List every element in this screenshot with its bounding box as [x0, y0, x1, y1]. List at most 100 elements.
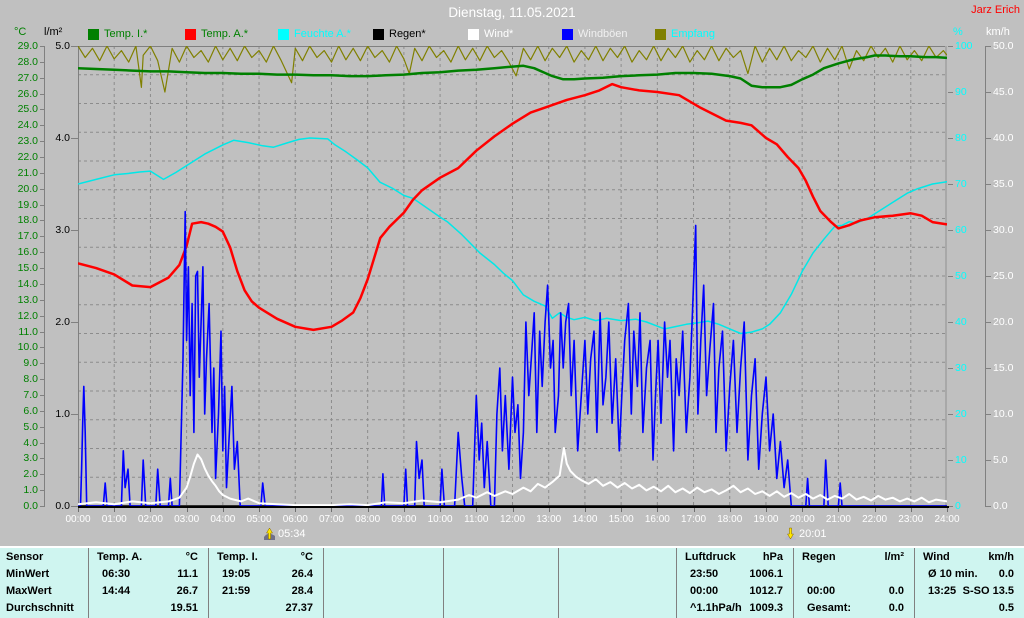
- summary-table: Sensor MinWert MaxWert Durchschnitt Temp. A.…: [0, 548, 1024, 618]
- legend-swatch-icon: [562, 28, 573, 40]
- axis-tick: [948, 368, 953, 369]
- table-cell-value: 28.4: [291, 585, 313, 597]
- axis-tick-label-percent: 80: [955, 132, 967, 144]
- axis-tick-label-lm2: 5.0: [55, 40, 70, 52]
- axis-tick: [71, 230, 78, 231]
- axis-tick-label-percent: 20: [955, 408, 967, 420]
- legend-swatch-icon: [278, 28, 289, 40]
- x-axis-tick: [150, 508, 152, 512]
- axis-tick: [986, 138, 991, 139]
- legend-swatch-icon: [373, 28, 384, 40]
- axis-tick: [986, 322, 991, 323]
- axis-tick-label-celsius: 7.0: [23, 388, 38, 401]
- x-axis-tick: [78, 508, 79, 512]
- table-column-unit: °C: [300, 551, 313, 563]
- x-axis-tick: [512, 508, 514, 512]
- x-axis-tick-label: 12:00: [499, 514, 526, 525]
- axis-tick-label-celsius: 2.0: [23, 468, 38, 481]
- x-axis-tick-label: 02:00: [137, 514, 163, 525]
- x-axis-tick: [295, 508, 297, 512]
- axis-tick-label-celsius: 20.0: [17, 182, 38, 195]
- x-axis-tick: [693, 508, 695, 512]
- x-axis-tick-label: 04:00: [210, 514, 236, 525]
- x-axis-tick: [331, 508, 333, 512]
- sunset-icon: [785, 527, 796, 540]
- table-column-unit: km/h: [988, 551, 1014, 563]
- table-cell-value: 1012.7: [749, 585, 783, 597]
- table-row-label: Sensor: [6, 551, 44, 563]
- axis-tick-label-kmh: 5.0: [993, 454, 1008, 466]
- x-axis-tick-label: 05:00: [246, 514, 272, 525]
- x-axis-tick-label: 11:00: [464, 514, 489, 525]
- axis-tick: [948, 460, 953, 461]
- table-cell-value: 11.1: [177, 568, 198, 580]
- legend-label: Empfang: [671, 28, 716, 40]
- axis-tick: [986, 92, 991, 93]
- x-axis-tick-label: 15:00: [608, 514, 634, 525]
- axis-tick-label-lm2: 0.0: [55, 500, 70, 512]
- x-axis-tick-label: 16:00: [644, 514, 670, 525]
- unit-label-percent: %: [953, 26, 963, 38]
- axis-tick-label-celsius: 16.0: [17, 246, 38, 259]
- table-column-divider: [323, 548, 324, 618]
- axis-tick-label-celsius: 15.0: [17, 262, 38, 275]
- sunrise-icon: [264, 527, 275, 540]
- legend-swatch-icon: [655, 28, 666, 40]
- x-axis-tick-label: 08:00: [355, 514, 381, 525]
- axis-tick-label-celsius: 12.0: [17, 309, 38, 322]
- axis-tick: [948, 138, 953, 139]
- table-row-label: MinWert: [6, 568, 50, 580]
- table-column-divider: [558, 548, 559, 618]
- x-axis-tick: [910, 508, 912, 512]
- axis-tick-label-kmh: 15.0: [993, 362, 1014, 374]
- station-owner-name: Jarz Erich: [971, 4, 1020, 16]
- axis-tick: [986, 276, 991, 277]
- axis-tick-label-celsius: 24.0: [17, 119, 38, 132]
- axis-tick-label-lm2: 1.0: [55, 408, 70, 420]
- axis-tick-label-kmh: 10.0: [993, 408, 1014, 420]
- table-cell-value: 26.4: [291, 568, 313, 580]
- x-axis-tick-label: 23:00: [898, 514, 924, 525]
- x-axis-tick-label: 07:00: [318, 514, 344, 525]
- x-axis-tick: [584, 508, 586, 512]
- axis-tick-label-kmh: 25.0: [993, 270, 1014, 282]
- x-axis-tick-label: 00:00: [65, 514, 91, 525]
- axis-tick-label-celsius: 5.0: [23, 420, 38, 433]
- axis-tick-label-kmh: 45.0: [993, 86, 1014, 98]
- x-axis-tick-label: 18:00: [717, 514, 743, 525]
- x-axis-tick-label: 06:00: [282, 514, 308, 525]
- legend-label: Temp. A.*: [201, 28, 249, 40]
- axis-tick-label-celsius: 9.0: [23, 357, 38, 370]
- axis-tick: [986, 184, 991, 185]
- x-axis-line: [78, 506, 949, 508]
- legend-label: Temp. I.*: [104, 28, 148, 40]
- axis-tick-label-celsius: 0.0: [23, 500, 38, 512]
- axis-tick-label-celsius: 17.0: [17, 230, 38, 243]
- table-cell-value: 19.51: [170, 602, 198, 614]
- sunset-marker: 20:01: [784, 527, 827, 540]
- legend-item: Wind*: [468, 28, 513, 40]
- axis-tick: [71, 414, 78, 415]
- sunset-time: 20:01: [799, 527, 827, 540]
- axis-tick-label-percent: 30: [955, 362, 967, 374]
- axis-tick: [948, 276, 953, 277]
- unit-label-celsius: °C: [14, 26, 27, 38]
- x-axis-tick-label: 09:00: [391, 514, 417, 525]
- axis-tick-label-celsius: 18.0: [17, 214, 38, 227]
- axis-tick: [948, 92, 953, 93]
- legend-label: Wind*: [484, 28, 514, 40]
- axis-tick-label-kmh: 30.0: [993, 224, 1014, 236]
- axis-tick: [986, 46, 991, 47]
- table-cell-value: 0.5: [998, 602, 1014, 614]
- axis-tick-label-percent: 100: [955, 40, 973, 52]
- sunrise-marker: 05:34: [263, 527, 306, 540]
- table-cell-value: 0.0: [888, 585, 904, 597]
- axis-tick: [948, 230, 953, 231]
- axis-tick-label-celsius: 14.0: [17, 277, 38, 290]
- axis-tick-label-celsius: 1.0: [23, 484, 38, 497]
- axis-tick-label-kmh: 35.0: [993, 178, 1014, 190]
- axis-tick: [71, 322, 78, 323]
- axis-tick-label-celsius: 4.0: [23, 436, 38, 449]
- x-axis-tick: [548, 508, 550, 512]
- x-axis-tick-label: 22:00: [862, 514, 888, 525]
